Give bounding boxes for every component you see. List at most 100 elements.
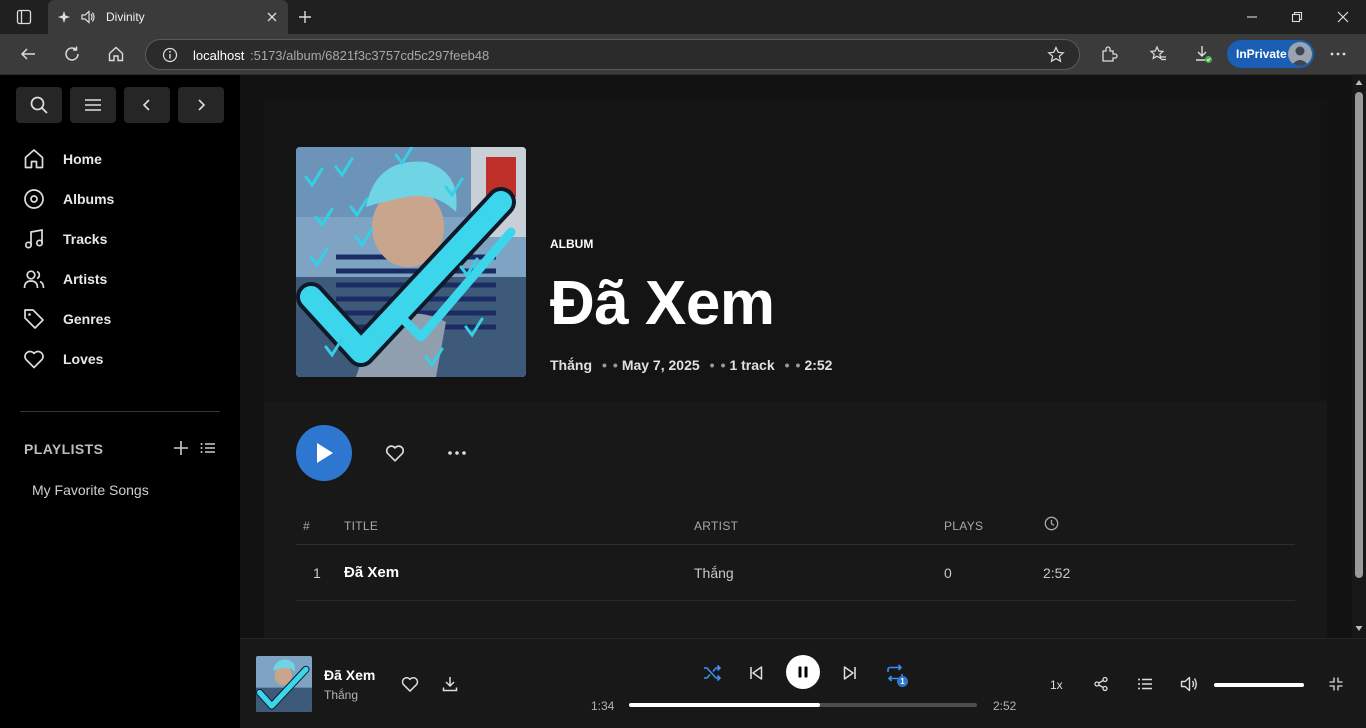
volume-slider[interactable] [1214,683,1304,687]
volume-button[interactable] [1179,674,1199,694]
play-album-button[interactable] [296,425,352,481]
sidebar-item-loves[interactable]: Loves [22,346,103,372]
more-menu-icon[interactable] [1326,42,1350,66]
clock-icon[interactable] [1044,516,1059,531]
now-playing-artist[interactable]: Thắng [324,688,358,702]
progress-fill [629,703,821,707]
browser-tab[interactable]: Divinity [48,0,288,34]
col-num-header: # [303,519,310,533]
back-icon[interactable] [16,42,40,66]
sidebar-item-tracks[interactable]: Tracks [22,226,107,252]
track-table-header: # TITLE ARTIST PLAYS [296,511,1295,545]
tab-actions-icon[interactable] [12,5,36,29]
browser-tabbar: Divinity [0,0,1366,34]
album-artist-link[interactable]: Thắng [550,357,592,373]
shuffle-icon [702,663,722,683]
users-icon [22,267,46,291]
album-title: Đã Xem [550,269,775,338]
sidebar-item-label: Genres [63,311,112,327]
table-row[interactable]: 1 Đã Xem Thắng 0 2:52 [296,546,1295,601]
album-duration: 2:52 [804,357,833,373]
scrollbar-graphic [1355,80,1363,631]
player-bar: Đã Xem Thắng 1 1:34 2:52 1x [240,638,1366,728]
close-window-icon[interactable] [1331,5,1355,29]
sidebar-item-home[interactable]: Home [22,146,102,172]
url-path: :5173/album/6821f3c3757cd5c297feeb48 [250,48,490,63]
refresh-icon[interactable] [60,42,84,66]
now-playing-cover[interactable] [256,656,312,712]
home-icon [22,147,46,171]
sidebar-item-genres[interactable]: Genres [22,306,111,332]
tag-icon [22,307,46,331]
repeat-button[interactable]: 1 [885,663,909,687]
nav-back-button[interactable] [124,87,170,123]
close-tab-icon[interactable] [260,5,284,29]
menu-button[interactable] [70,87,116,123]
queue-button[interactable] [1137,676,1153,692]
track-title[interactable]: Đã Xem [344,564,399,581]
main-content: ALBUM Đã Xem Thắng • • May 7, 2025 • • 1… [240,75,1352,638]
progress-bar[interactable] [629,703,977,707]
heart-outline-icon [384,442,406,464]
playlist-item[interactable]: My Favorite Songs [32,482,149,498]
playback-speed-button[interactable]: 1x [1050,678,1063,692]
album-meta: Thắng • • May 7, 2025 • • 1 track • • 2:… [550,356,832,374]
track-plays: 0 [944,565,952,581]
album-date: May 7, 2025 [621,357,700,373]
extensions-icon[interactable] [1097,42,1121,66]
play-pause-button[interactable] [786,655,820,689]
sidebar-item-label: Tracks [63,231,108,247]
volume-fill [1214,683,1304,687]
share-icon [1093,676,1109,692]
restore-icon[interactable] [1285,5,1309,29]
album-more-button[interactable] [446,442,468,464]
share-button[interactable] [1093,676,1109,692]
download-button[interactable] [441,675,459,693]
sidebar-divider [20,411,220,412]
site-info-icon[interactable] [158,43,182,67]
favorites-icon[interactable] [1146,42,1170,66]
col-title-header[interactable]: TITLE [344,519,378,533]
profile-avatar[interactable] [1288,42,1312,66]
browser-toolbar: localhost :5173/album/6821f3c3757cd5c297… [0,34,1366,75]
album-track-count: 1 track [729,357,775,373]
favorite-star-icon[interactable] [1044,43,1068,67]
inprivate-badge[interactable]: InPrivate [1227,40,1314,68]
like-album-button[interactable] [384,442,406,464]
meta-separator: • [720,357,726,373]
sidebar-item-label: Artists [63,271,108,287]
previous-button[interactable] [747,664,765,682]
search-button[interactable] [16,87,62,123]
playlist-list-icon[interactable] [199,439,217,457]
minimize-player-button[interactable] [1328,676,1344,692]
sidebar-item-artists[interactable]: Artists [22,266,107,292]
speaker-icon[interactable] [76,5,100,29]
downloads-icon[interactable] [1191,42,1215,66]
like-track-button[interactable] [400,674,420,694]
download-icon [441,675,459,693]
collapse-icon [1328,676,1344,692]
search-icon [29,95,49,115]
shuffle-button[interactable] [702,663,722,683]
playlists-heading: PLAYLISTS [24,441,104,457]
pause-icon [796,665,810,679]
add-playlist-icon[interactable] [172,439,190,457]
new-tab-icon[interactable] [293,5,317,29]
now-playing-title[interactable]: Đã Xem [324,667,375,683]
home-browser-icon[interactable] [104,42,128,66]
col-artist-header[interactable]: ARTIST [694,519,738,533]
meta-separator: • [784,357,790,373]
page-scrollbar[interactable] [1352,75,1366,638]
skip-previous-icon [747,664,765,682]
nav-forward-button[interactable] [178,87,224,123]
minimize-icon[interactable] [1240,5,1264,29]
track-artist[interactable]: Thắng [694,565,734,581]
next-button[interactable] [841,664,859,682]
album-cover [296,147,526,377]
repeat-badge: 1 [897,676,908,687]
sidebar-item-albums[interactable]: Albums [22,186,114,212]
album-type-label: ALBUM [550,237,594,251]
address-bar[interactable]: localhost :5173/album/6821f3c3757cd5c297… [145,39,1080,70]
sidebar: Home Albums Tracks Artists Genres Loves … [0,75,240,728]
col-plays-header[interactable]: PLAYS [944,519,983,533]
